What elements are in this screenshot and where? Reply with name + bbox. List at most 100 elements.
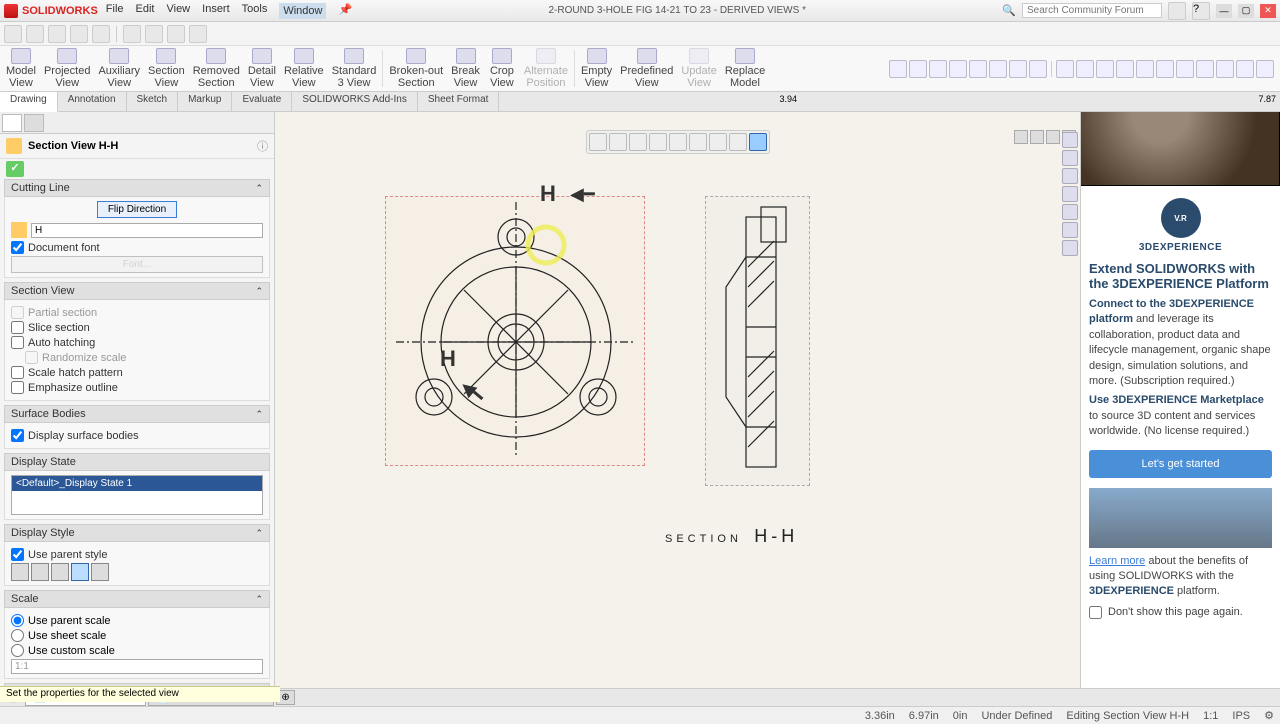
learn-more-link[interactable]: Learn more [1089,555,1145,567]
help-icon[interactable]: ⓘ [257,138,268,154]
front-view-boundary[interactable] [385,196,645,466]
status-gear-icon[interactable]: ⚙ [1264,709,1274,722]
forum-icon[interactable] [1062,240,1078,256]
tool-icon[interactable] [1029,60,1047,78]
projected-view-button[interactable]: ProjectedView [40,46,94,91]
tool-icon[interactable] [949,60,967,78]
auto-hatching-checkbox[interactable] [11,336,24,349]
gear-icon[interactable] [189,25,207,43]
relative-view-button[interactable]: RelativeView [280,46,328,91]
dont-show-checkbox[interactable] [1089,606,1102,619]
menu-file[interactable]: File [106,3,124,19]
tool-icon[interactable] [1236,60,1254,78]
tab-sheet-format[interactable]: Sheet Format [418,92,500,111]
tool-icon[interactable] [1056,60,1074,78]
use-custom-scale-radio[interactable] [11,644,24,657]
panel-tab-config[interactable] [24,114,44,132]
use-parent-scale-radio[interactable] [11,614,24,627]
select-icon[interactable] [123,25,141,43]
tool-icon[interactable] [1196,60,1214,78]
resources-icon[interactable] [1062,132,1078,148]
scale-hatch-checkbox[interactable] [11,366,24,379]
empty-view-button[interactable]: EmptyView [577,46,616,91]
panel-tab-feature[interactable] [2,114,22,132]
display-style-header[interactable]: Display Style⌃ [4,524,270,542]
open-icon[interactable] [26,25,44,43]
wireframe-button[interactable] [11,563,29,581]
hidden-removed-button[interactable] [51,563,69,581]
search-input[interactable] [1022,3,1162,18]
options-icon[interactable] [167,25,185,43]
get-started-button[interactable]: Let's get started [1089,450,1272,478]
close-button[interactable]: ✕ [1260,4,1276,18]
tool-icon[interactable] [1156,60,1174,78]
menu-tools[interactable]: Tools [242,3,268,19]
minimize-button[interactable]: — [1216,4,1232,18]
shaded-edges-button[interactable] [71,563,89,581]
shaded-button[interactable] [91,563,109,581]
break-view-button[interactable]: BreakView [447,46,484,91]
tool-icon[interactable] [1096,60,1114,78]
tool-icon[interactable] [1216,60,1234,78]
login-icon[interactable] [1168,2,1186,20]
flip-direction-button[interactable]: Flip Direction [97,201,177,218]
tool-icon[interactable] [989,60,1007,78]
section-view-header[interactable]: Section View⌃ [4,282,270,300]
scale-header[interactable]: Scale⌃ [4,590,270,608]
menu-edit[interactable]: Edit [136,3,155,19]
save-icon[interactable] [48,25,66,43]
undo-icon[interactable] [92,25,110,43]
auxiliary-view-button[interactable]: AuxiliaryView [94,46,144,91]
file-explorer-icon[interactable] [1062,168,1078,184]
drawing-canvas[interactable]: H ◀━ H ◀━ [275,112,1080,688]
tab-addins[interactable]: SOLIDWORKS Add-Ins [292,92,417,111]
crop-view-button[interactable]: CropView [484,46,520,91]
emphasize-outline-checkbox[interactable] [11,381,24,394]
appearances-icon[interactable] [1062,204,1078,220]
broken-out-section-button[interactable]: Broken-outSection [385,46,447,91]
use-sheet-scale-radio[interactable] [11,629,24,642]
tab-evaluate[interactable]: Evaluate [232,92,292,111]
replace-model-button[interactable]: ReplaceModel [721,46,769,91]
ok-button[interactable]: ✓ [6,161,24,177]
display-state-header[interactable]: Display State [4,453,270,471]
tab-annotation[interactable]: Annotation [58,92,127,111]
display-state-list[interactable]: <Default>_Display State 1 [11,475,263,515]
maximize-button[interactable]: ▢ [1238,4,1254,18]
tool-icon[interactable] [969,60,987,78]
tab-markup[interactable]: Markup [178,92,232,111]
tool-icon[interactable] [1076,60,1094,78]
tool-icon[interactable] [1116,60,1134,78]
cutting-line-header[interactable]: Cutting Line⌃ [4,179,270,197]
tab-sketch[interactable]: Sketch [127,92,179,111]
tool-icon[interactable] [909,60,927,78]
detail-view-button[interactable]: DetailView [244,46,280,91]
new-icon[interactable] [4,25,22,43]
removed-section-button[interactable]: RemovedSection [189,46,244,91]
tool-icon[interactable] [889,60,907,78]
menu-window[interactable]: Window [279,3,326,19]
model-view-button[interactable]: ModelView [2,46,40,91]
section-view-boundary[interactable] [705,196,810,486]
menu-pin-icon[interactable]: 📌 [338,3,352,19]
view-palette-icon[interactable] [1062,186,1078,202]
tool-icon[interactable] [1136,60,1154,78]
rebuild-icon[interactable] [145,25,163,43]
display-state-item[interactable]: <Default>_Display State 1 [12,476,262,491]
document-font-checkbox[interactable] [11,241,24,254]
slice-section-checkbox[interactable] [11,321,24,334]
section-label-input[interactable] [31,223,263,238]
standard-3view-button[interactable]: Standard3 View [328,46,381,91]
menu-view[interactable]: View [166,3,190,19]
menu-insert[interactable]: Insert [202,3,230,19]
tool-icon[interactable] [1176,60,1194,78]
custom-props-icon[interactable] [1062,222,1078,238]
use-parent-style-checkbox[interactable] [11,548,24,561]
tool-icon[interactable] [1009,60,1027,78]
hidden-visible-button[interactable] [31,563,49,581]
predefined-view-button[interactable]: PredefinedView [616,46,677,91]
help-icon[interactable]: ? [1192,2,1210,20]
tool-icon[interactable] [929,60,947,78]
tab-drawing[interactable]: Drawing [0,92,58,112]
display-surface-checkbox[interactable] [11,429,24,442]
